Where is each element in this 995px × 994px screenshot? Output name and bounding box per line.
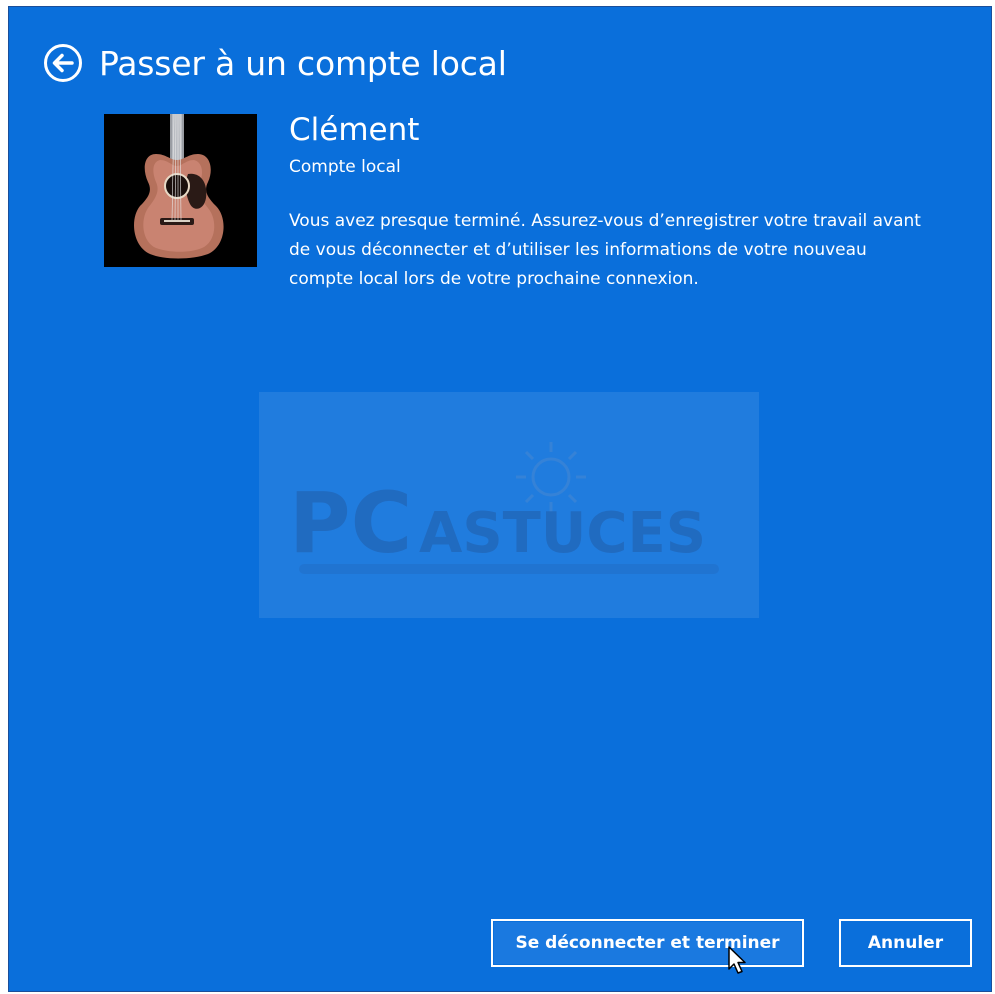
avatar: [104, 114, 257, 267]
page-header: Passer à un compte local: [43, 43, 507, 83]
user-info: Clément Compte local Vous avez presque t…: [289, 111, 929, 294]
back-button[interactable]: [43, 43, 83, 83]
cancel-button[interactable]: Annuler: [839, 919, 972, 967]
back-arrow-circle-icon: [44, 44, 82, 82]
account-type: Compte local: [289, 157, 401, 177]
watermark: PC ASTUCES: [259, 392, 759, 618]
watermark-pc-text: PC: [289, 474, 412, 572]
sign-out-and-finish-button[interactable]: Se déconnecter et terminer: [491, 919, 804, 967]
info-message: Vous avez presque terminé. Assurez-vous …: [289, 211, 921, 289]
page-title: Passer à un compte local: [99, 43, 507, 83]
watermark-logo: PC ASTUCES: [289, 442, 719, 574]
app-window: Passer à un compte local Clément Compte …: [8, 6, 992, 992]
mouse-cursor-icon: [728, 946, 746, 974]
user-name: Clément: [289, 112, 420, 148]
guitar-avatar-icon: [104, 114, 257, 267]
watermark-astuces-text: ASTUCES: [419, 501, 706, 566]
